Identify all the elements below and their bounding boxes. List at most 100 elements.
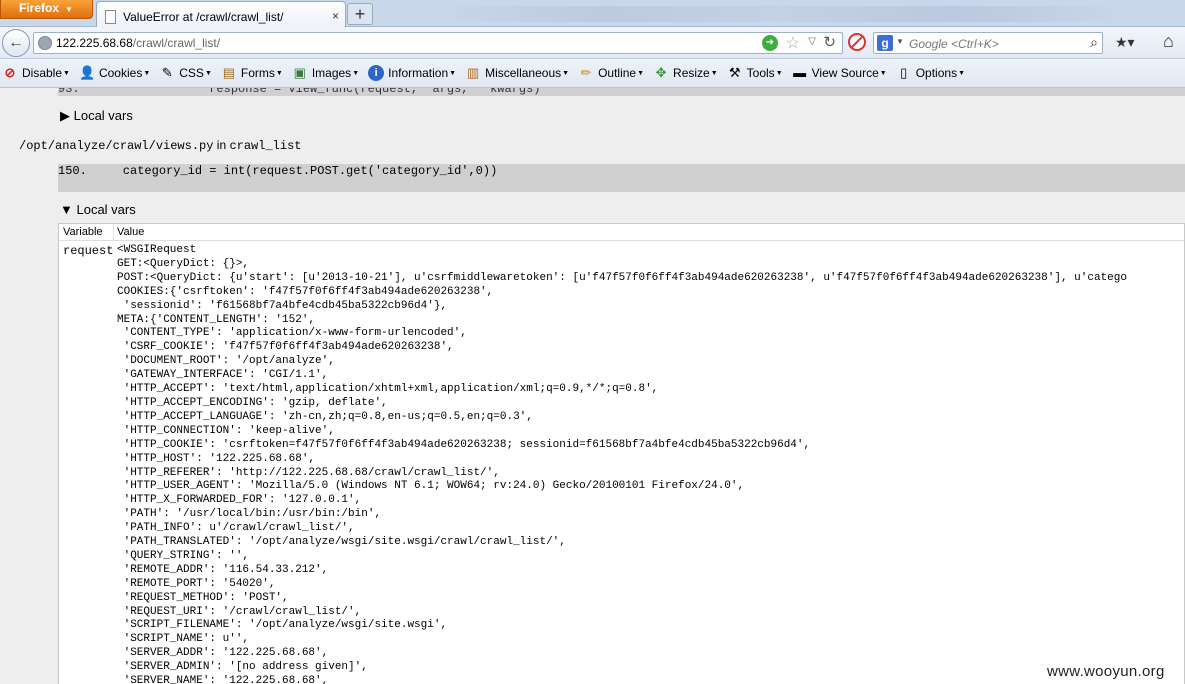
- toolbar-tools[interactable]: ⚒ Tools ▼: [727, 65, 783, 81]
- chevron-down-icon: ▼: [710, 69, 718, 77]
- local-vars-toggle-expanded[interactable]: ▼ Local vars: [60, 202, 136, 217]
- value-line: 'CONTENT_TYPE': 'application/x-www-form-…: [117, 327, 467, 340]
- page-icon: [105, 9, 116, 24]
- bookmark-star-icon[interactable]: ☆: [786, 33, 800, 53]
- toolbar-label: View Source: [811, 66, 879, 80]
- toolbar-css[interactable]: ✎ CSS ▼: [159, 65, 212, 81]
- firefox-menu-button[interactable]: Firefox ▼: [0, 0, 93, 19]
- url-host: 122.225.68.68: [56, 36, 133, 50]
- chevron-down-icon: ▼: [637, 69, 645, 77]
- toolbar-forms[interactable]: ▤ Forms ▼: [221, 65, 283, 81]
- value-line: 'SCRIPT_FILENAME': '/opt/analyze/wsgi/si…: [117, 619, 448, 632]
- value-line: 'CSRF_COOKIE': 'f47f57f0f6ff4f3ab494ade6…: [117, 341, 454, 354]
- url-bar[interactable]: 122.225.68.68/crawl/crawl_list/ ➜ ☆ ▽ ↻: [33, 32, 843, 54]
- toolbar-label: Cookies: [98, 66, 143, 80]
- value-line: 'PATH_INFO': u'/crawl/crawl_list/',: [117, 522, 355, 535]
- resize-icon: ✥: [655, 65, 667, 80]
- toolbar-label: Tools: [746, 66, 775, 80]
- chevron-down-icon: ▼: [352, 69, 360, 77]
- column-divider: [113, 224, 114, 241]
- variable-value: <WSGIRequest GET:<QueryDict: {}>, POST:<Qu…: [117, 244, 1127, 684]
- value-line: 'REMOTE_ADDR': '116.54.33.212',: [117, 563, 329, 576]
- value-line: 'SERVER_NAME': '122.225.68.68',: [117, 675, 329, 684]
- previous-frame-line: 93. response = view_func(request, *args,…: [58, 88, 541, 96]
- value-line: 'HTTP_ACCEPT_ENCODING': 'gzip, deflate',: [117, 396, 388, 409]
- value-line: 'sessionid': 'f61568bf7a4bfe4cdb45ba5322…: [117, 299, 448, 312]
- cookies-icon: 👤: [78, 65, 96, 80]
- toolbar-miscellaneous[interactable]: ▥ Miscellaneous ▼: [465, 65, 569, 81]
- home-icon[interactable]: ⌂: [1163, 31, 1174, 52]
- table-header: Variable Value: [59, 224, 1184, 241]
- file-path: /opt/analyze/crawl/views.py: [19, 139, 214, 153]
- noscript-icon[interactable]: [848, 33, 866, 51]
- chevron-down-icon: ▼: [775, 69, 783, 77]
- value-line: 'HTTP_CONNECTION': 'keep-alive',: [117, 424, 335, 437]
- value-line: 'HTTP_X_FORWARDED_FOR': '127.0.0.1',: [117, 494, 362, 507]
- toolbar-label: Options: [915, 66, 958, 80]
- value-line: 'HTTP_ACCEPT_LANGUAGE': 'zh-cn,zh;q=0.8,…: [117, 410, 533, 423]
- value-line: 'PATH': '/usr/local/bin:/usr/bin:/bin',: [117, 508, 382, 521]
- column-header-variable: Variable: [63, 226, 103, 238]
- tab-strip: Firefox ▼ ValueError at /crawl/crawl_list…: [0, 0, 1185, 27]
- firefox-menu-label: Firefox: [19, 1, 60, 15]
- frame-file-line: /opt/analyze/crawl/views.py in crawl_lis…: [19, 138, 301, 153]
- chevron-down-icon: ▼: [958, 69, 966, 77]
- search-bar[interactable]: g ▼ Google <Ctrl+K> ⌕: [873, 32, 1103, 54]
- toolbar-label: Miscellaneous: [485, 66, 562, 80]
- chevron-down-icon: ▼: [63, 69, 70, 77]
- variable-name: request: [63, 244, 114, 258]
- value-line: <WSGIRequest: [117, 244, 197, 256]
- value-line: COOKIES:{'csrftoken': 'f47f57f0f6ff4f3ab…: [117, 285, 494, 298]
- toolbar-disable[interactable]: ⊘ Disable ▼: [2, 65, 70, 81]
- tab-title: ValueError at /crawl/crawl_list/: [123, 9, 284, 24]
- url-text[interactable]: 122.225.68.68/crawl/crawl_list/: [56, 36, 220, 50]
- forms-icon: ▤: [222, 65, 236, 80]
- value-line: GET:<QueryDict: {}>,: [117, 257, 250, 270]
- new-tab-button[interactable]: +: [347, 3, 373, 25]
- toolbar-outline[interactable]: ✏ Outline ▼: [578, 65, 644, 81]
- tab-active[interactable]: ValueError at /crawl/crawl_list/ ×: [96, 1, 346, 27]
- page-content: 93. response = view_func(request, *args,…: [0, 88, 1185, 684]
- search-input[interactable]: Google <Ctrl+K>: [909, 37, 999, 51]
- navigation-bar: ← 122.225.68.68/crawl/crawl_list/ ➜ ☆ ▽ …: [0, 27, 1185, 59]
- function-name: crawl_list: [229, 139, 302, 153]
- bookmarks-menu-icon[interactable]: ★▾: [1115, 34, 1135, 51]
- images-icon: ▣: [293, 65, 306, 80]
- search-icon[interactable]: ⌕: [1090, 34, 1098, 51]
- value-line: 'REQUEST_METHOD': 'POST',: [117, 591, 289, 604]
- toolbar-information[interactable]: i Information ▼: [368, 65, 456, 81]
- local-vars-table: Variable Value request <WSGIRequest GET:<…: [58, 223, 1185, 684]
- google-icon[interactable]: g: [877, 35, 893, 51]
- chevron-down-icon: ▼: [879, 69, 887, 77]
- value-line: 'HTTP_ACCEPT': 'text/html,application/xh…: [117, 383, 659, 396]
- chevron-down-icon[interactable]: ▼: [896, 37, 904, 46]
- go-arrow-icon[interactable]: ➜: [762, 35, 778, 51]
- view-source-icon: ▬: [793, 65, 807, 80]
- back-button[interactable]: ←: [2, 29, 30, 57]
- toolbar-cookies[interactable]: 👤 Cookies ▼: [79, 65, 150, 81]
- column-header-value: Value: [117, 226, 145, 238]
- globe-icon: [38, 36, 52, 50]
- value-line: 'QUERY_STRING': '',: [117, 549, 250, 562]
- toolbar-label: Information: [388, 66, 449, 80]
- frame-context[interactable]: 150. category_id = int(request.POST.get(…: [58, 164, 1185, 192]
- chevron-down-icon: ▼: [143, 69, 151, 77]
- toolbar-images[interactable]: ▣ Images ▼: [292, 65, 359, 81]
- close-icon[interactable]: ×: [332, 9, 339, 23]
- toolbar-resize[interactable]: ✥ Resize ▼: [653, 65, 718, 81]
- value-line: 'SERVER_ADMIN': '[no address given]',: [117, 661, 368, 674]
- toolbar-options[interactable]: ▯ Options ▼: [896, 65, 965, 81]
- url-path: /crawl/crawl_list/: [132, 36, 221, 50]
- web-developer-toolbar: ⊘ Disable ▼ 👤 Cookies ▼ ✎ CSS ▼ ▤ Forms ▼ ▣ Image…: [0, 59, 1185, 88]
- url-dropdown-icon[interactable]: ▽: [808, 36, 816, 47]
- toolbar-label: Disable: [22, 66, 63, 80]
- chevron-down-icon: ▼: [275, 69, 283, 77]
- chevron-down-icon: ▼: [204, 69, 212, 77]
- reload-icon[interactable]: ↻: [823, 33, 836, 51]
- chevron-down-icon: ▼: [65, 5, 73, 14]
- tools-icon: ⚒: [728, 65, 741, 80]
- value-line: 'PATH_TRANSLATED': '/opt/analyze/wsgi/si…: [117, 536, 566, 549]
- toolbar-view-source[interactable]: ▬ View Source ▼: [792, 65, 887, 81]
- outline-pencil-icon: ✏: [580, 65, 592, 80]
- local-vars-toggle-collapsed[interactable]: ▶ Local vars: [60, 108, 133, 124]
